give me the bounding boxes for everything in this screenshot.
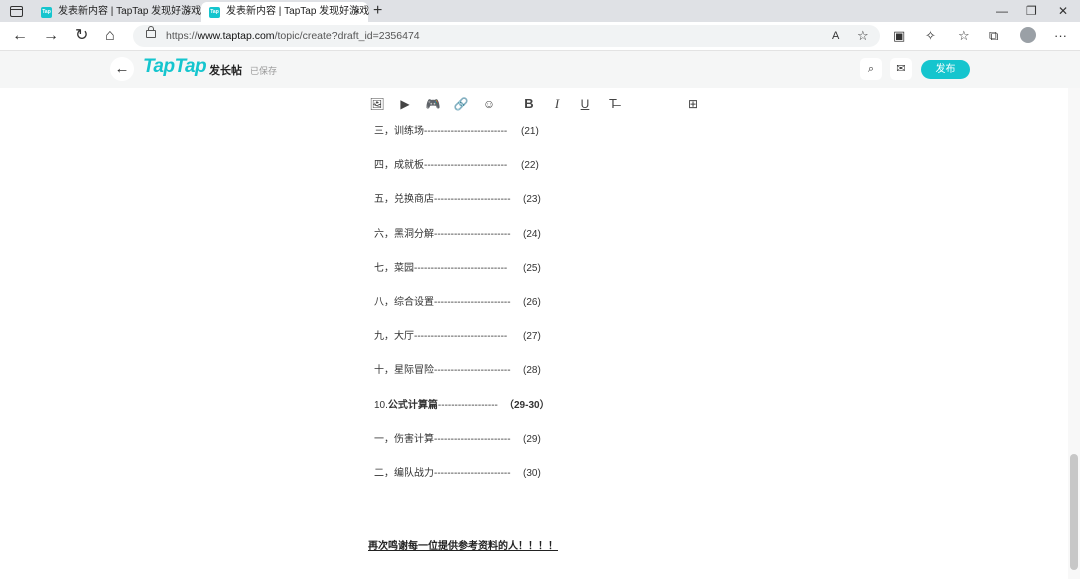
mail-button[interactable]: ✉ bbox=[890, 58, 912, 80]
tab-title: 发表新内容 | TapTap 发现好游戏 bbox=[58, 6, 202, 17]
more-menu-icon[interactable]: ··· bbox=[1054, 26, 1067, 46]
tab-close-icon[interactable]: × bbox=[185, 2, 191, 22]
browser-toolbar: ← → ↻ ⌂ https://www.taptap.com/topic/cre… bbox=[0, 22, 1080, 51]
thanks-text[interactable]: 再次鸣谢每一位提供参考资料的人！！！！ bbox=[368, 537, 558, 552]
browser-tab-bar: Tap 发表新内容 | TapTap 发现好游戏 × Tap 发表新内容 | T… bbox=[0, 0, 1080, 22]
insert-link-icon[interactable]: 🔗 bbox=[452, 95, 470, 113]
insert-block-icon[interactable]: ⊞ bbox=[684, 95, 702, 113]
page-title: 发长帖 bbox=[209, 65, 242, 77]
toc-line[interactable]: 一，伤害计算----------------------- (29) bbox=[374, 433, 541, 447]
clear-format-button[interactable]: T̶ bbox=[604, 95, 622, 113]
browser-tab-1[interactable]: Tap 发表新内容 | TapTap 发现好游戏 × bbox=[33, 2, 202, 22]
preview-button[interactable]: ⌕ bbox=[860, 58, 882, 80]
taptap-favicon-icon: Tap bbox=[209, 7, 220, 18]
toc-line[interactable]: 六，黑洞分解----------------------- (24) bbox=[374, 228, 541, 242]
insert-video-icon[interactable]: ▶ bbox=[396, 95, 414, 113]
read-aloud-icon[interactable]: A bbox=[832, 26, 839, 46]
address-bar[interactable]: https://www.taptap.com/topic/create?draf… bbox=[133, 25, 880, 47]
lock-icon[interactable] bbox=[146, 26, 156, 38]
bold-button[interactable]: B bbox=[520, 95, 538, 113]
tab-title: 发表新内容 | TapTap 发现好游戏 bbox=[226, 6, 370, 17]
toc-line[interactable]: 九，大厅---------------------------- (27) bbox=[374, 330, 541, 344]
minimize-icon[interactable]: — bbox=[996, 0, 1008, 22]
restore-icon[interactable]: ❐ bbox=[1026, 0, 1037, 22]
favorite-star-icon[interactable]: ☆ bbox=[857, 26, 869, 46]
profile-avatar[interactable] bbox=[1020, 27, 1036, 43]
browser-tab-2-active[interactable]: Tap 发表新内容 | TapTap 发现好游戏 × bbox=[201, 2, 370, 22]
toc-line[interactable]: 七，菜园---------------------------- (25) bbox=[374, 262, 541, 276]
emoji-icon[interactable]: ☺ bbox=[480, 95, 498, 113]
tab-actions-icon[interactable] bbox=[10, 6, 23, 17]
tab-close-icon[interactable]: × bbox=[354, 2, 360, 22]
scrollbar-thumb[interactable] bbox=[1070, 454, 1078, 570]
page-scrollbar[interactable] bbox=[1068, 88, 1080, 579]
toc-line[interactable]: 五，兑换商店----------------------- (23) bbox=[374, 193, 541, 207]
favorites-icon[interactable]: ☆ bbox=[958, 26, 970, 46]
split-screen-icon[interactable]: ▣ bbox=[893, 26, 905, 46]
toc-line[interactable]: 三，训练场------------------------- (21) bbox=[374, 125, 539, 139]
forward-arrow-icon[interactable]: → bbox=[43, 26, 59, 46]
insert-image-icon[interactable]: 🖼 bbox=[368, 95, 386, 113]
toc-line[interactable]: 二，编队战力----------------------- (30) bbox=[374, 467, 541, 481]
url-text[interactable]: https://www.taptap.com/topic/create?draf… bbox=[166, 25, 420, 47]
collections-icon[interactable]: ⧉ bbox=[989, 26, 998, 46]
home-icon[interactable]: ⌂ bbox=[105, 26, 115, 46]
extensions-icon[interactable]: ✧ bbox=[925, 26, 936, 46]
app-header: ← TapTap 发长帖 已保存 ⌕ ✉ 发布 bbox=[0, 51, 1080, 88]
toc-line[interactable]: 十，星际冒险----------------------- (28) bbox=[374, 364, 541, 378]
window-close-icon[interactable]: ✕ bbox=[1058, 0, 1068, 22]
new-tab-button[interactable]: + bbox=[373, 0, 382, 22]
italic-button[interactable]: I bbox=[548, 95, 566, 113]
reload-icon[interactable]: ↻ bbox=[75, 26, 88, 46]
save-status: 已保存 bbox=[250, 66, 278, 76]
taptap-favicon-icon: Tap bbox=[41, 7, 52, 18]
underline-button[interactable]: U bbox=[576, 95, 594, 113]
back-button[interactable]: ← bbox=[110, 57, 134, 81]
toc-line[interactable]: 八，综合设置----------------------- (26) bbox=[374, 296, 541, 310]
toc-section-heading[interactable]: 10.公式计算篇------------------ （29-30） bbox=[374, 399, 550, 413]
taptap-logo[interactable]: TapTap bbox=[143, 56, 207, 78]
publish-button[interactable]: 发布 bbox=[921, 60, 970, 79]
back-arrow-icon[interactable]: ← bbox=[12, 26, 28, 46]
insert-game-icon[interactable]: 🎮 bbox=[424, 95, 442, 113]
toc-line[interactable]: 四，成就板------------------------- (22) bbox=[374, 159, 539, 173]
